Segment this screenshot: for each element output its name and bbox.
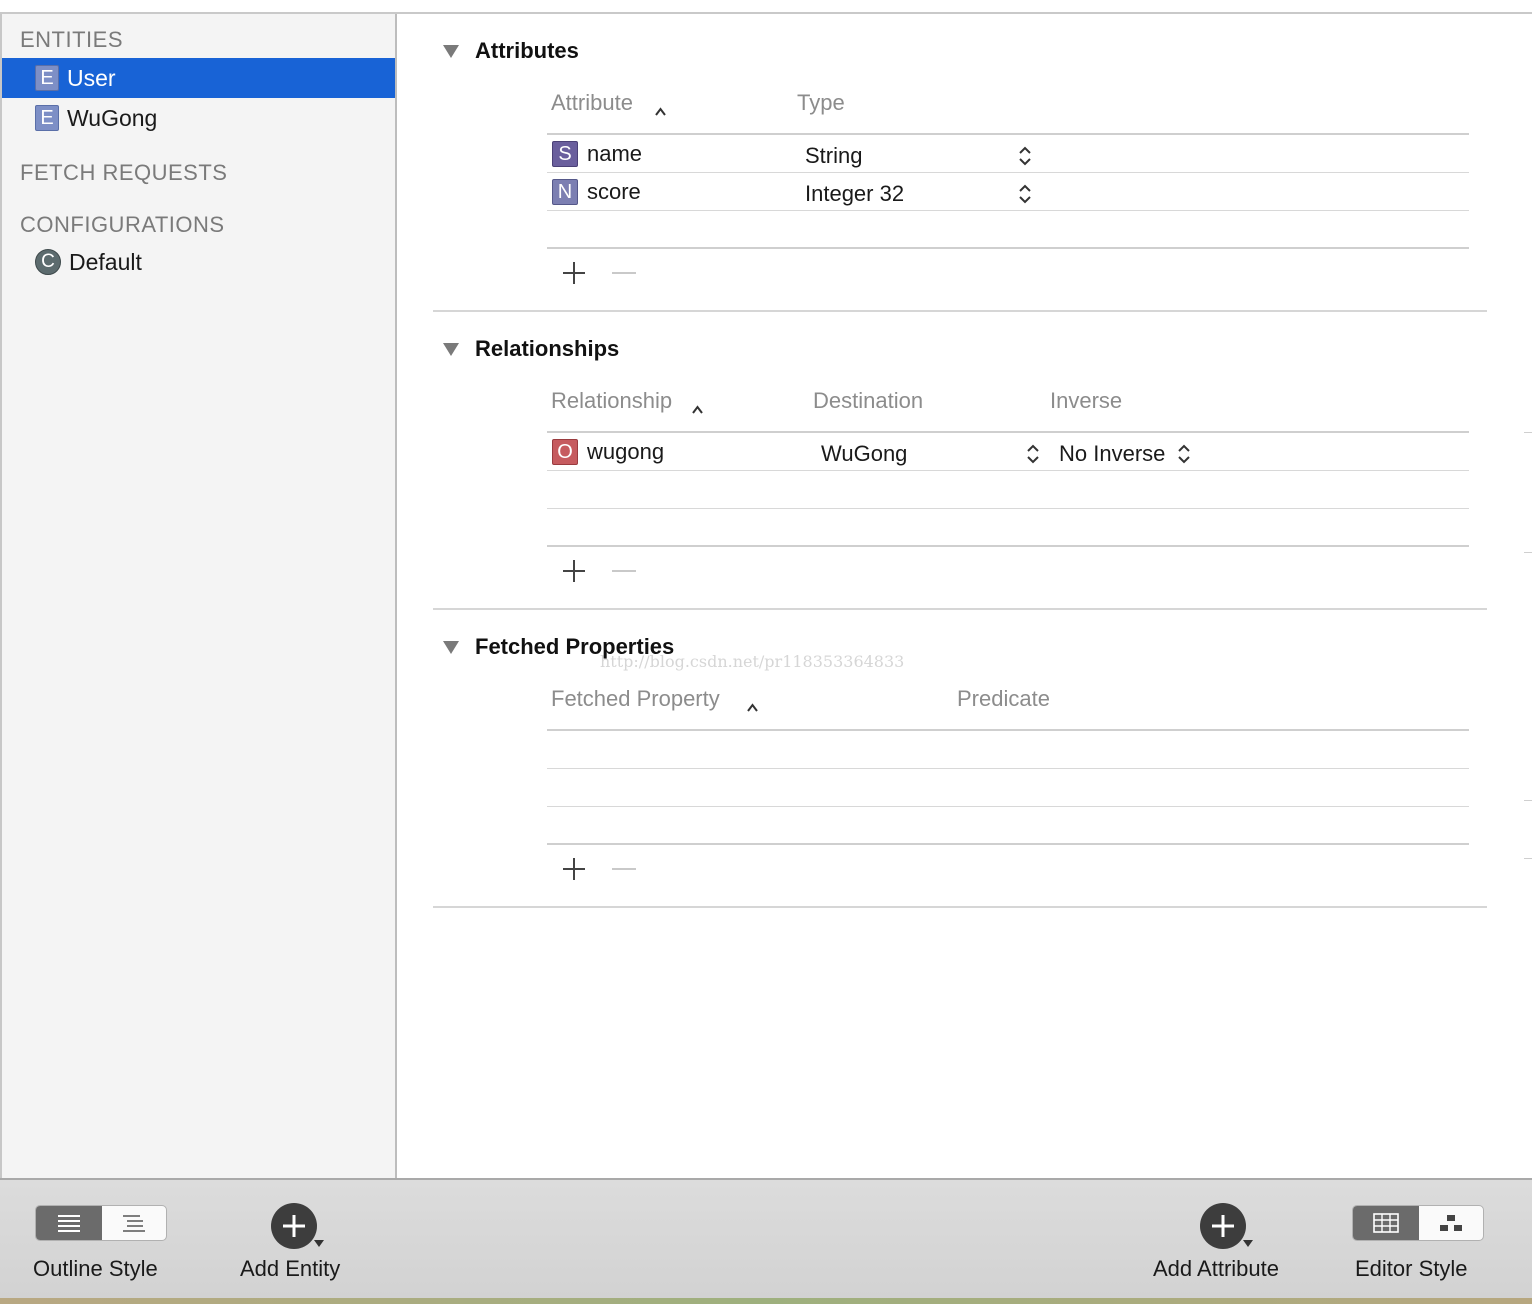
- row-divider: [547, 768, 1469, 769]
- fetch-requests-header: FETCH REQUESTS: [20, 160, 228, 185]
- outline-hierarchy-style-button[interactable]: [102, 1206, 166, 1240]
- attribute-type-select[interactable]: String: [805, 143, 862, 169]
- stepper-chevrons-icon: [1019, 184, 1031, 204]
- row-divider: [547, 470, 1469, 471]
- number-type-icon: N: [552, 179, 578, 205]
- bottom-toolbar: [0, 1178, 1532, 1300]
- table-header-divider: [547, 133, 1469, 135]
- inverse-select[interactable]: No Inverse: [1059, 441, 1165, 467]
- row-divider: [547, 806, 1469, 807]
- outline-style-segmented-control[interactable]: [35, 1205, 167, 1241]
- sort-ascending-icon: [747, 703, 758, 712]
- add-entity-button[interactable]: [271, 1203, 317, 1249]
- graph-diagram-icon: [1440, 1215, 1462, 1231]
- attribute-column-header[interactable]: Attribute: [551, 90, 633, 116]
- inverse-column-header[interactable]: Inverse: [1050, 388, 1122, 414]
- add-entity-label: Add Entity: [240, 1256, 341, 1281]
- remove-relationship-minus-icon[interactable]: [612, 570, 636, 572]
- section-separator: [433, 608, 1487, 610]
- window-bottom-edge: [0, 1298, 1532, 1304]
- type-column-header[interactable]: Type: [797, 90, 845, 116]
- watermark-text: http://blog.csdn.net/pr118353364833: [600, 652, 905, 671]
- table-footer-divider: [547, 843, 1469, 845]
- graph-editor-style-button[interactable]: [1419, 1206, 1483, 1240]
- grid-table-icon: [1373, 1213, 1399, 1233]
- add-attribute-plus-icon[interactable]: [562, 261, 586, 285]
- relationships-title: Relationships: [475, 336, 620, 361]
- fetched-property-column-header[interactable]: Fetched Property: [551, 686, 720, 712]
- attribute-name[interactable]: score: [587, 179, 641, 205]
- sidebar-item-wugong[interactable]: E WuGong: [2, 98, 395, 138]
- attribute-name[interactable]: name: [587, 141, 642, 167]
- add-relationship-plus-icon[interactable]: [562, 559, 586, 583]
- plus-icon: [1212, 1215, 1234, 1237]
- row-divider: [547, 508, 1469, 509]
- section-separator: [433, 310, 1487, 312]
- disclosure-triangle-icon: [443, 44, 459, 58]
- section-separator: [433, 906, 1487, 908]
- outline-table-style-button[interactable]: [36, 1206, 102, 1240]
- stepper-chevrons-icon: [1178, 444, 1190, 464]
- sidebar-item-label: WuGong: [67, 104, 158, 131]
- configurations-header: CONFIGURATIONS: [20, 212, 225, 237]
- remove-attribute-minus-icon[interactable]: [612, 272, 636, 274]
- sidebar-item-user[interactable]: E User: [2, 58, 395, 98]
- plus-icon: [283, 1215, 305, 1237]
- dropdown-caret-icon: [314, 1240, 324, 1247]
- editor-style-label: Editor Style: [1355, 1256, 1468, 1281]
- destination-select[interactable]: WuGong: [821, 441, 907, 467]
- dropdown-caret-icon: [1243, 1240, 1253, 1247]
- string-type-icon: S: [552, 141, 578, 167]
- sidebar: ENTITIES E User E WuGong FETCH REQUESTS …: [2, 14, 397, 1178]
- attributes-title: Attributes: [475, 38, 579, 63]
- indented-list-icon: [123, 1215, 145, 1232]
- sidebar-item-label: Default: [69, 248, 142, 275]
- sort-ascending-icon: [655, 107, 666, 116]
- remove-fetched-property-minus-icon[interactable]: [612, 868, 636, 870]
- outline-style-label: Outline Style: [33, 1256, 158, 1281]
- configuration-icon: C: [35, 249, 61, 275]
- table-footer-divider: [547, 247, 1469, 249]
- relationship-to-one-icon: O: [552, 439, 578, 465]
- sort-ascending-icon: [692, 405, 703, 414]
- row-divider: [547, 172, 1469, 173]
- entity-icon: E: [35, 65, 59, 91]
- table-editor-style-button[interactable]: [1353, 1206, 1419, 1240]
- add-fetched-property-plus-icon[interactable]: [562, 857, 586, 881]
- destination-column-header[interactable]: Destination: [813, 388, 923, 414]
- stepper-chevrons-icon: [1027, 444, 1039, 464]
- disclosure-triangle-icon: [443, 640, 459, 654]
- list-icon: [58, 1215, 80, 1232]
- entity-icon: E: [35, 105, 59, 131]
- table-footer-divider: [547, 545, 1469, 547]
- sidebar-item-default[interactable]: C Default: [2, 242, 395, 282]
- relationship-column-header[interactable]: Relationship: [551, 388, 672, 414]
- relationships-section-toggle[interactable]: Relationships: [433, 336, 619, 362]
- stepper-chevrons-icon: [1019, 146, 1031, 166]
- editor-style-segmented-control[interactable]: [1352, 1205, 1484, 1241]
- row-divider: [547, 210, 1469, 211]
- entities-header: ENTITIES: [20, 27, 124, 52]
- predicate-column-header[interactable]: Predicate: [957, 686, 1050, 712]
- attributes-section-toggle[interactable]: Attributes: [433, 38, 579, 64]
- relationship-name[interactable]: wugong: [587, 439, 664, 465]
- table-header-divider: [547, 729, 1469, 731]
- table-header-divider: [547, 431, 1469, 433]
- add-attribute-button[interactable]: [1200, 1203, 1246, 1249]
- attribute-type-select[interactable]: Integer 32: [805, 181, 904, 207]
- add-attribute-label: Add Attribute: [1153, 1256, 1279, 1281]
- disclosure-triangle-icon: [443, 342, 459, 356]
- sidebar-item-label: User: [67, 64, 116, 91]
